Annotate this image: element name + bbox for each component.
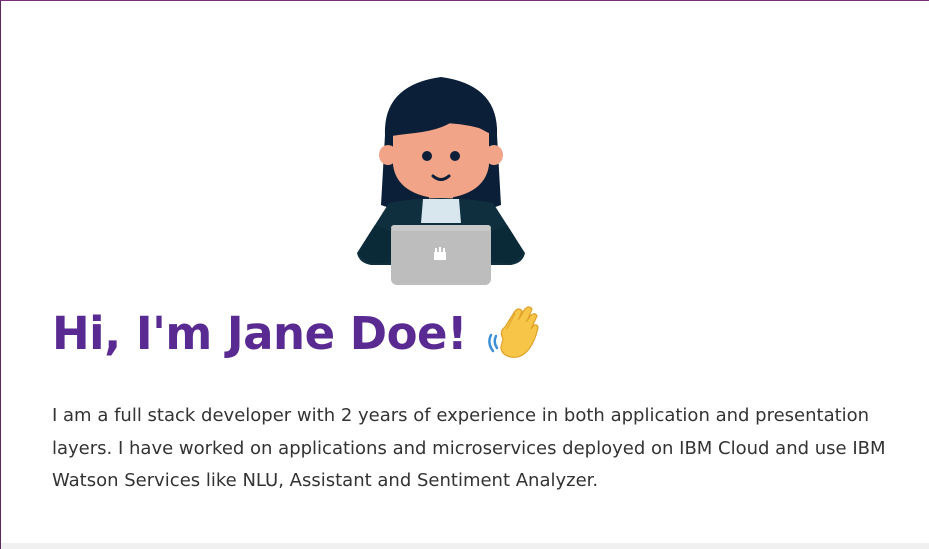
waving-hand-icon [488,306,539,358]
hero-title: Hi, I'm Jane Doe! [52,304,541,365]
page-frame: Hi, I'm Jane Doe! I am a full stack deve… [0,0,929,549]
developer-avatar-icon [357,77,525,285]
hero-title-text: Hi, I'm Jane Doe! [52,307,468,360]
section-divider [1,543,929,549]
hero-bio: I am a full stack developer with 2 years… [52,405,886,491]
